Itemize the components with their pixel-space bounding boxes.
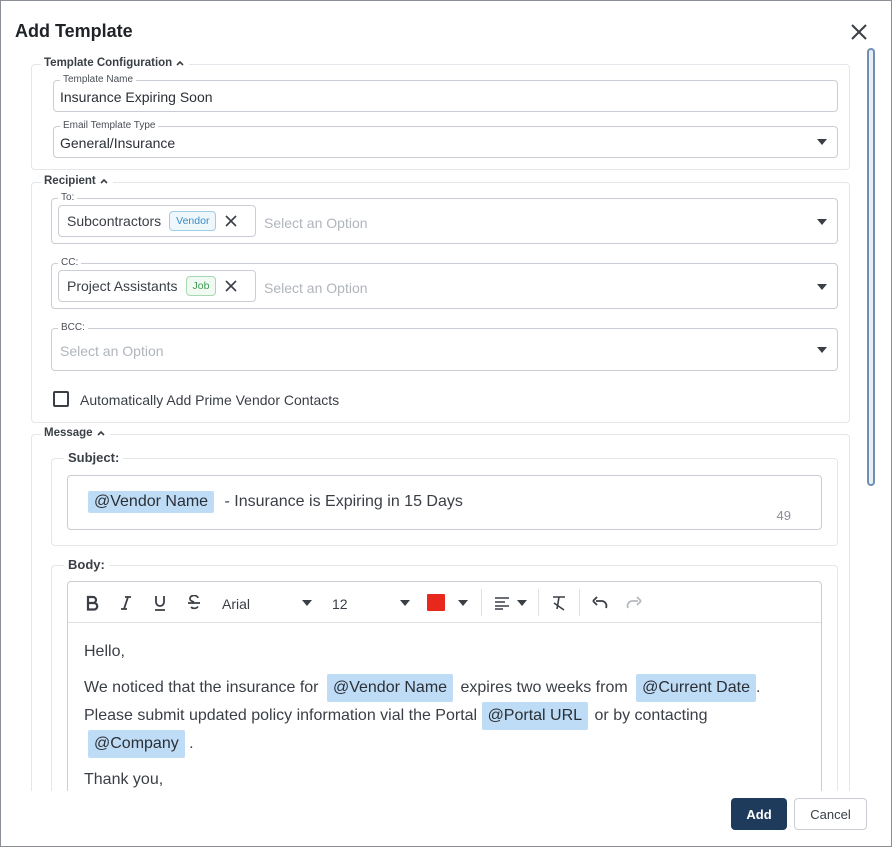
cc-chip-label: Project Assistants <box>67 278 178 294</box>
auto-add-prime-vendor-label: Automatically Add Prime Vendor Contacts <box>80 392 340 408</box>
vendor-tag: Vendor <box>169 211 217 231</box>
caret-down-icon <box>302 600 312 606</box>
caret-down-icon <box>458 600 468 606</box>
redo-icon <box>626 596 642 609</box>
strikethrough-button[interactable] <box>186 593 202 613</box>
scrollbar-thumb[interactable] <box>867 48 875 486</box>
body-paragraph: We noticed that the insurance for @Vendo… <box>84 674 804 758</box>
chevron-up-icon <box>96 428 106 438</box>
editor-content[interactable]: Hello, We noticed that the insurance for… <box>84 640 804 802</box>
chevron-up-icon <box>99 176 109 186</box>
font-family-select[interactable]: Arial <box>222 596 250 612</box>
job-tag: Job <box>185 276 217 296</box>
cancel-button[interactable]: Cancel <box>794 798 867 830</box>
to-chip-label: Subcontractors <box>67 213 162 229</box>
remove-chip-icon[interactable] <box>224 214 238 228</box>
template-name-field[interactable]: Template Name Insurance Expiring Soon <box>53 74 838 112</box>
close-icon <box>851 24 867 40</box>
body-text: We noticed that the insurance for <box>84 679 319 696</box>
editor-toolbar: Arial 12 <box>68 582 821 623</box>
strikethrough-icon <box>188 595 200 610</box>
caret-down-icon <box>817 284 827 290</box>
recipient-legend[interactable]: Recipient <box>41 175 113 187</box>
body-text: . <box>189 735 194 752</box>
undo-button[interactable] <box>591 593 609 613</box>
caret-down-icon <box>517 600 527 606</box>
to-label: To: <box>58 192 78 204</box>
cc-label: CC: <box>58 257 82 269</box>
caret-down-icon <box>817 347 827 353</box>
message-title: Message <box>44 427 93 439</box>
auto-add-prime-vendor-checkbox[interactable] <box>53 391 69 407</box>
subject-text-rest: - Insurance is Expiring in 15 Days <box>224 493 463 510</box>
bcc-placeholder: Select an Option <box>60 343 164 359</box>
italic-button[interactable] <box>118 593 134 613</box>
caret-down-icon <box>400 600 410 606</box>
caret-down-icon <box>817 139 827 145</box>
subject-character-counter: 49 <box>776 508 791 523</box>
body-closing: Thank you, <box>84 771 164 788</box>
toolbar-divider <box>538 589 539 616</box>
body-text: Please submit updated policy information… <box>84 707 478 724</box>
subject-text: @Vendor Name - Insurance is Expiring in … <box>88 491 463 513</box>
italic-icon <box>121 596 131 610</box>
cc-placeholder: Select an Option <box>264 280 368 296</box>
toolbar-divider <box>481 589 482 616</box>
to-chip[interactable]: Subcontractors Vendor <box>58 205 256 237</box>
align-button[interactable] <box>494 593 510 613</box>
add-template-dialog: Add Template Template Configuration Temp… <box>0 0 892 847</box>
recipient-title: Recipient <box>44 175 96 187</box>
mention-current-date: @Current Date <box>636 674 756 702</box>
remove-chip-icon[interactable] <box>224 279 238 293</box>
clear-format-icon <box>553 596 565 611</box>
template-configuration-legend[interactable]: Template Configuration <box>41 57 190 69</box>
underline-icon <box>155 596 165 611</box>
redo-button[interactable] <box>625 593 643 613</box>
bold-icon <box>86 595 99 611</box>
dialog-title: Add Template <box>15 21 133 41</box>
subject-label: Subject: <box>64 450 124 465</box>
bold-button[interactable] <box>84 593 100 613</box>
subject-input[interactable]: @Vendor Name - Insurance is Expiring in … <box>67 475 822 530</box>
mention-company: @Company <box>88 730 185 758</box>
toolbar-divider <box>579 589 580 616</box>
template-configuration-title: Template Configuration <box>44 57 173 69</box>
email-template-type-value: General/Insurance <box>60 135 176 151</box>
mention-vendor-name: @Vendor Name <box>326 674 454 702</box>
add-button[interactable]: Add <box>731 798 787 830</box>
email-template-type-select[interactable]: Email Template Type General/Insurance <box>53 120 838 158</box>
cc-chip[interactable]: Project Assistants Job <box>58 270 256 302</box>
chevron-up-icon <box>175 58 185 68</box>
bcc-label: BCC: <box>58 322 88 334</box>
clear-format-button[interactable] <box>551 593 567 613</box>
font-size-select[interactable]: 12 <box>332 596 348 612</box>
body-label: Body: <box>64 557 109 572</box>
to-placeholder: Select an Option <box>264 215 368 231</box>
close-button[interactable] <box>847 20 871 44</box>
underline-button[interactable] <box>152 593 168 613</box>
text-color-swatch[interactable] <box>427 594 445 611</box>
body-greeting: Hello, <box>84 643 125 660</box>
body-text: or by contacting <box>594 707 708 724</box>
body-text: . <box>755 679 761 696</box>
bcc-select[interactable]: BCC: Select an Option <box>51 322 838 371</box>
to-select[interactable]: To: Subcontractors Vendor Select an Opti… <box>51 192 838 244</box>
mention-portal-url: @Portal URL <box>481 702 589 730</box>
body-editor[interactable]: Arial 12 Hello, We noticed that the insu… <box>67 581 822 801</box>
message-legend[interactable]: Message <box>41 427 110 439</box>
caret-down-icon <box>817 219 827 225</box>
align-left-icon <box>495 597 509 610</box>
cc-select[interactable]: CC: Project Assistants Job Select an Opt… <box>51 257 838 309</box>
template-name-label: Template Name <box>60 74 137 86</box>
email-template-type-label: Email Template Type <box>60 120 159 132</box>
template-name-value: Insurance Expiring Soon <box>60 89 213 105</box>
undo-icon <box>592 596 608 609</box>
body-text: expires two weeks from <box>460 679 628 696</box>
subject-mention-vendor: @Vendor Name <box>88 491 215 513</box>
